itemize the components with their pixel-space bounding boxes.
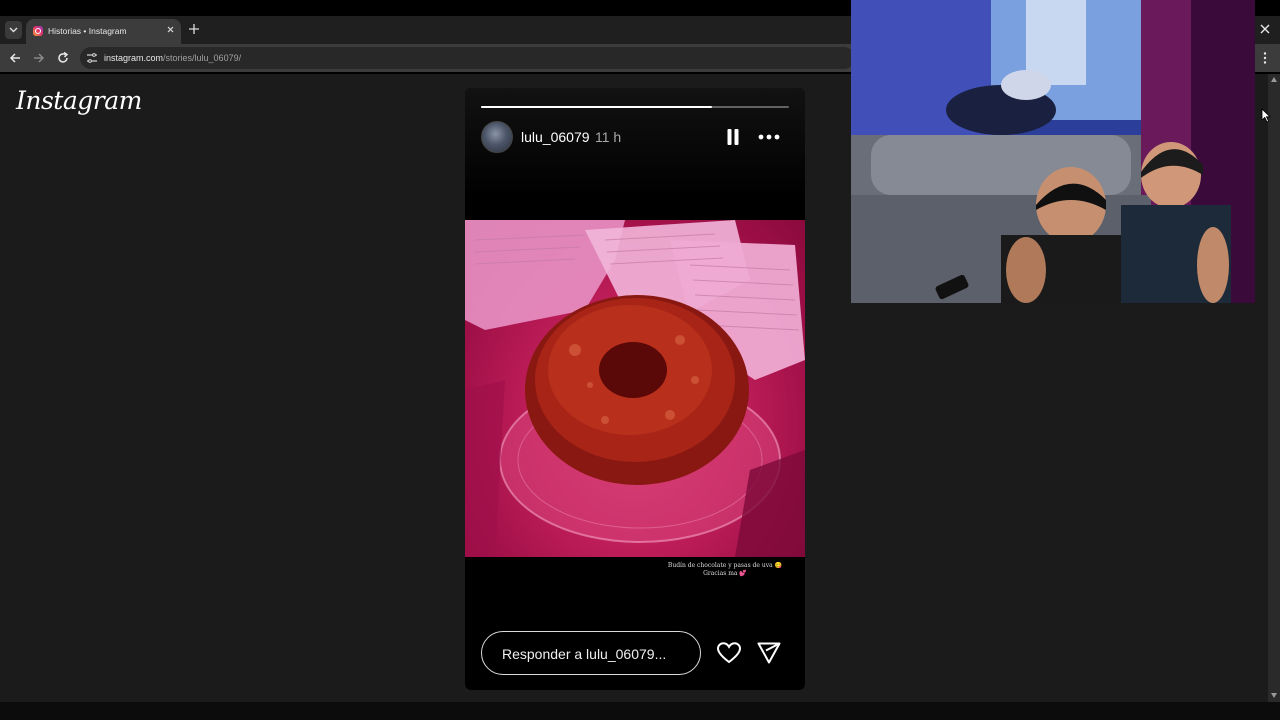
instagram-favicon-icon	[33, 26, 43, 36]
tab-search-button[interactable]	[5, 21, 22, 39]
story-time: 11 h	[595, 129, 622, 145]
reload-icon[interactable]	[56, 51, 70, 65]
reply-input[interactable]	[502, 644, 682, 664]
site-settings-icon[interactable]	[86, 52, 98, 64]
mouse-cursor-icon	[1261, 108, 1271, 123]
avatar[interactable]	[481, 121, 513, 153]
url-path: /stories/lulu_06079/	[163, 53, 242, 63]
forward-icon[interactable]	[32, 51, 46, 65]
reply-field[interactable]	[481, 631, 701, 675]
window-close-icon[interactable]	[1259, 23, 1271, 35]
browser-window: Historias • Instagram instagram.com/stor…	[0, 0, 1280, 720]
close-tab-icon[interactable]	[165, 24, 176, 35]
heart-icon[interactable]	[717, 642, 741, 664]
screen-bottom-bar	[0, 702, 1280, 720]
new-tab-icon[interactable]	[187, 22, 201, 36]
address-bar[interactable]: instagram.com/stories/lulu_06079/	[80, 47, 855, 69]
tab-title: Historias • Instagram	[48, 26, 127, 36]
browser-menu-icon[interactable]	[1262, 52, 1268, 64]
caption-line-2: Gracias ma 💕	[703, 570, 747, 577]
webcam-overlay	[851, 0, 1255, 303]
scroll-down-icon[interactable]	[1271, 693, 1277, 698]
more-options-icon[interactable]	[758, 134, 780, 140]
caption-line-1: Budín de chocolate y pasas de uva 😋	[667, 562, 783, 569]
story-progress-bar	[481, 106, 789, 108]
story-username[interactable]: lulu_06079	[521, 129, 590, 145]
back-icon[interactable]	[8, 51, 22, 65]
page-scrollbar[interactable]	[1268, 74, 1280, 702]
story-caption: Budín de chocolate y pasas de uva 😋 Grac…	[645, 562, 805, 578]
scroll-up-icon[interactable]	[1271, 77, 1277, 82]
story-viewer: lulu_06079 11 h Budín de chocolate y pas…	[465, 88, 805, 690]
url-text: instagram.com/stories/lulu_06079/	[104, 53, 241, 63]
url-host: instagram.com	[104, 53, 164, 63]
instagram-logo[interactable]: Instagram	[16, 86, 142, 115]
story-progress-fill	[481, 106, 712, 108]
pause-icon[interactable]	[727, 129, 739, 145]
story-image	[465, 220, 805, 557]
story-header	[465, 88, 805, 198]
send-icon[interactable]	[757, 642, 781, 664]
tab-instagram[interactable]: Historias • Instagram	[26, 19, 181, 44]
chevron-down-icon	[9, 27, 18, 33]
